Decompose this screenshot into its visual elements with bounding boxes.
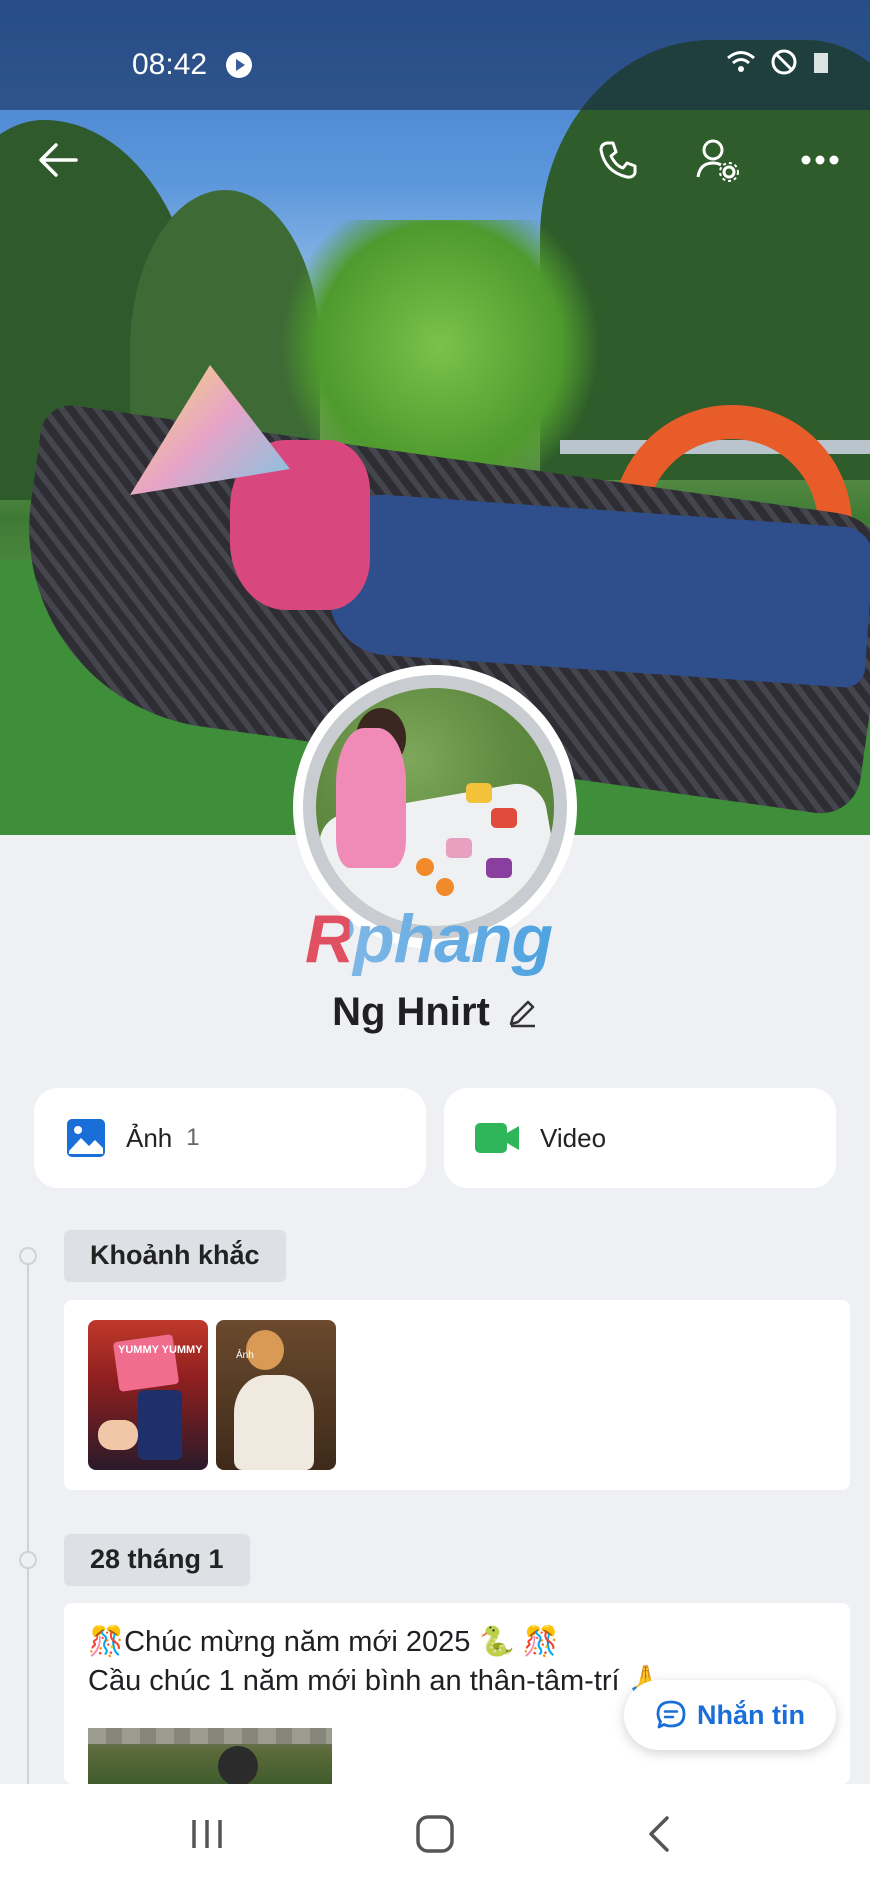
photos-card[interactable]: Ảnh 1 <box>34 1088 426 1188</box>
moment-thumb[interactable]: Ảnh <box>216 1320 336 1470</box>
profile-settings-button[interactable] <box>690 132 746 188</box>
status-time: 08:42 <box>132 48 208 81</box>
home-icon <box>416 1815 454 1853</box>
post-text: 🎊Chúc mừng năm mới 2025 🐍 🎊 Cầu chúc 1 n… <box>88 1623 664 1701</box>
timeline-line <box>27 1255 29 1785</box>
message-button[interactable]: Nhắn tin <box>624 1680 836 1750</box>
chat-bubble-icon <box>656 1700 686 1729</box>
videos-label: Video <box>540 1122 607 1153</box>
battery-icon <box>814 53 828 73</box>
avatar[interactable] <box>316 688 554 926</box>
video-camera-icon <box>475 1123 519 1153</box>
photos-label: Ảnh <box>126 1122 173 1153</box>
moment-caption: Ảnh <box>236 1350 254 1361</box>
videos-card[interactable]: Video <box>444 1088 836 1188</box>
post-image[interactable] <box>88 1728 332 1784</box>
timeline-dot <box>19 1247 37 1265</box>
moments-panel: YUMMY YUMMY Ảnh <box>64 1300 850 1490</box>
home-button[interactable] <box>400 1802 470 1866</box>
profile-name-row: Ng Hnirt <box>0 990 870 1035</box>
chevron-left-icon <box>649 1816 669 1852</box>
profile-name: Ng Hnirt <box>332 990 490 1034</box>
call-button[interactable] <box>590 132 646 188</box>
wifi-icon <box>727 51 755 72</box>
recent-apps-icon <box>192 1820 222 1848</box>
media-playing-icon <box>226 52 252 78</box>
timeline-dot <box>19 1551 37 1569</box>
back-button[interactable] <box>30 132 86 188</box>
user-settings-icon <box>696 139 739 182</box>
phone-icon <box>599 141 637 179</box>
watermark-logo: Rphang <box>305 901 553 977</box>
back-arrow-icon <box>39 143 78 177</box>
message-button-label: Nhắn tin <box>697 1699 805 1730</box>
moments-chip: Khoảnh khắc <box>64 1230 286 1282</box>
status-bar: 08:42 <box>0 0 870 110</box>
moment-caption: YUMMY YUMMY <box>118 1344 203 1356</box>
more-options-button[interactable] <box>792 132 848 188</box>
system-nav-bar <box>0 1784 870 1884</box>
more-icon <box>801 155 839 165</box>
moment-thumb[interactable]: YUMMY YUMMY <box>88 1320 208 1470</box>
post-date-chip: 28 tháng 1 <box>64 1534 250 1586</box>
post-line-1: 🎊Chúc mừng năm mới 2025 🐍 🎊 <box>88 1626 559 1658</box>
edit-pencil-icon[interactable] <box>506 997 538 1029</box>
do-not-disturb-icon <box>771 49 797 75</box>
post-line-2: Cầu chúc 1 năm mới bình an thân-tâm-trí … <box>88 1665 664 1697</box>
recent-apps-button[interactable] <box>172 1802 242 1866</box>
nav-back-button[interactable] <box>624 1802 694 1866</box>
image-icon <box>67 1119 105 1157</box>
photos-count: 1 <box>186 1124 200 1151</box>
